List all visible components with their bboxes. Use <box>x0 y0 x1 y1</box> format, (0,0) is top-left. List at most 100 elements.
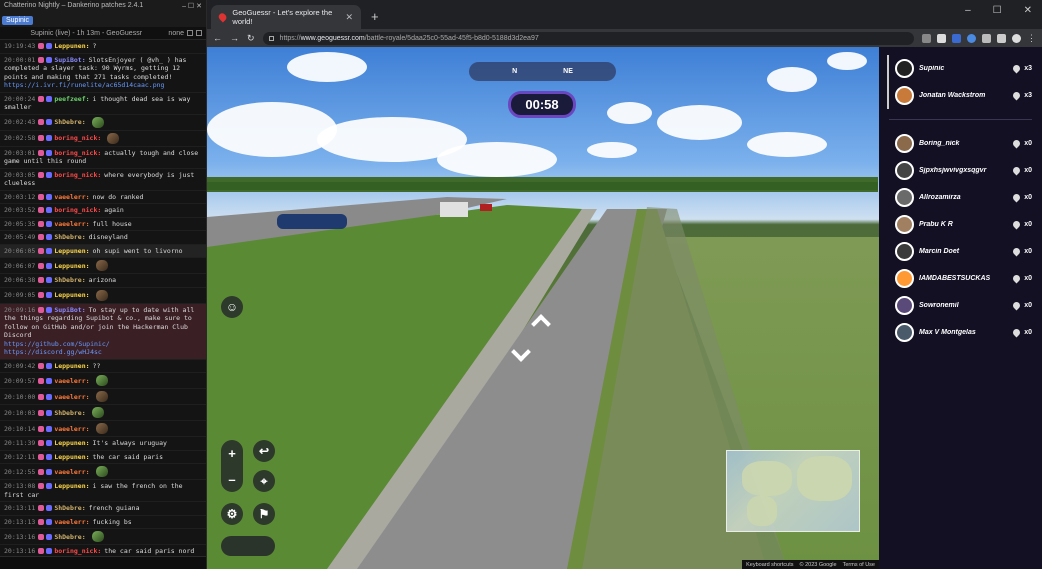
chat-window-controls[interactable]: – ☐ ✕ <box>182 2 202 11</box>
message-username[interactable]: boring_nick: <box>54 134 101 142</box>
chat-message[interactable]: 20:00:01 SupiBot: SlotsEnjoyer ( @vh_ ) ha… <box>0 54 206 93</box>
message-username[interactable]: vaeelerr: <box>54 220 89 228</box>
chat-message[interactable]: 20:13:11 ShDebre: french guiana <box>0 502 206 516</box>
chat-tab-supinic[interactable]: Supinic <box>2 15 33 25</box>
back-button[interactable]: ← <box>213 33 222 43</box>
message-username[interactable]: SupiBot: <box>54 306 85 314</box>
chat-message[interactable]: 20:12:11 Leppunen: the car said paris <box>0 451 206 464</box>
leaderboard-player[interactable]: IAMDABESTSUCKAS x0 <box>879 265 1042 292</box>
message-username[interactable]: Leppunen: <box>54 362 89 370</box>
message-username[interactable]: ShDebre: <box>54 533 85 541</box>
message-username[interactable]: boring_nick: <box>54 206 101 214</box>
chat-message[interactable]: 20:13:13 vaeelerr: fucking bs <box>0 516 206 529</box>
leaderboard-player[interactable]: Prabu K R x0 <box>879 211 1042 238</box>
chat-message[interactable]: 20:03:52 boring_nick: again <box>0 204 206 218</box>
message-username[interactable]: vaeelerr: <box>54 193 89 201</box>
message-username[interactable]: peefzeef: <box>54 95 89 103</box>
zoom-in-button[interactable]: + <box>228 446 236 461</box>
message-username[interactable]: Leppunen: <box>54 247 89 255</box>
leaderboard-player[interactable]: Boring_nick x0 <box>879 130 1042 157</box>
chat-message[interactable]: 20:11:39 Leppunen: It's always uruguay <box>0 437 206 451</box>
message-username[interactable]: SupiBot: <box>54 56 85 64</box>
leaderboard-player[interactable]: Max V Montgelas x0 <box>879 319 1042 346</box>
streetview-panorama[interactable]: N NE 00:58 ☺ + – ↩ ⌖ ⚙ ⚑ Keyboard shortc… <box>207 47 879 569</box>
chat-input[interactable] <box>0 556 206 569</box>
chat-message[interactable]: 20:10:14 vaeelerr: <box>0 421 206 437</box>
close-tab-icon[interactable]: ✕ <box>345 12 353 23</box>
message-username[interactable]: ShDebre: <box>54 233 85 241</box>
maximize-button[interactable]: ☐ <box>993 5 1002 16</box>
zoom-out-button[interactable]: – <box>228 472 235 487</box>
message-username[interactable]: Leppunen: <box>54 439 89 447</box>
message-list[interactable]: 19:19:43 Leppunen:? 20:00:01 SupiBot: SlotsE… <box>0 40 206 556</box>
message-username[interactable]: ShDebre: <box>54 118 85 126</box>
message-username[interactable]: vaeelerr: <box>54 393 89 401</box>
close-window-button[interactable]: ✕ <box>1024 5 1032 16</box>
extension-icon[interactable] <box>967 33 976 43</box>
chat-message[interactable]: 20:09:42 Leppunen:?? <box>0 360 206 373</box>
sidebar-icon[interactable] <box>997 33 1006 43</box>
leaderboard-player[interactable]: Allrozamirza x0 <box>879 184 1042 211</box>
message-username[interactable]: ShDebre: <box>54 409 85 417</box>
settings-icon[interactable] <box>196 30 202 36</box>
chat-message[interactable]: 20:05:49 ShDebre: disneyland <box>0 231 206 245</box>
extension-icon[interactable] <box>952 33 961 43</box>
chat-message[interactable]: 20:03:12 vaeelerr: now do ranked <box>0 191 206 204</box>
guess-minimap[interactable] <box>726 450 860 532</box>
chat-message[interactable]: 20:09:16 SupiBot: To stay up to date with … <box>0 303 206 360</box>
chat-message[interactable]: 20:10:03 ShDebre: <box>0 405 206 421</box>
leaderboard-player[interactable]: Sjpxhsjwvivgxsqgvr x0 <box>879 157 1042 184</box>
new-tab-button[interactable]: + <box>371 9 379 24</box>
spectator-chip[interactable] <box>221 536 275 556</box>
edit-icon[interactable] <box>187 30 193 36</box>
chat-message[interactable]: 20:06:07 Leppunen: <box>0 258 206 274</box>
puzzle-icon[interactable] <box>982 33 991 43</box>
chat-message[interactable]: 20:03:01 boring_nick: actually tough and c… <box>0 147 206 169</box>
message-username[interactable]: ShDebre: <box>54 276 85 284</box>
chat-message[interactable]: 20:05:35 vaeelerr: full house <box>0 218 206 231</box>
message-username[interactable]: boring_nick: <box>54 171 101 179</box>
leaderboard-player[interactable]: Sowronemil x0 <box>879 292 1042 319</box>
message-username[interactable]: boring_nick: <box>54 149 101 157</box>
chat-message[interactable]: 20:10:00 vaeelerr: <box>0 389 206 405</box>
kebab-menu-icon[interactable]: ⋮ <box>1027 33 1036 44</box>
chat-message[interactable]: 19:19:43 Leppunen:? <box>0 40 206 54</box>
chat-message[interactable]: 20:02:58 boring_nick: <box>0 131 206 147</box>
settings-gear-icon[interactable]: ⚙ <box>221 503 243 525</box>
bookmark-star-icon[interactable] <box>937 33 946 43</box>
flag-checkpoint-icon[interactable]: ⚑ <box>253 503 275 525</box>
message-username[interactable]: Leppunen: <box>54 482 89 490</box>
message-username[interactable]: ShDebre: <box>54 504 85 512</box>
leaderboard-player-top[interactable]: Jonatan Wackstrom x3 <box>887 82 1042 109</box>
undo-move-button[interactable]: ↩ <box>253 440 275 462</box>
profile-icon[interactable] <box>1012 33 1021 43</box>
leaderboard-player-top[interactable]: Supinic x3 <box>887 55 1042 82</box>
chat-message[interactable]: 20:03:05 boring_nick: where everybody is j… <box>0 169 206 191</box>
keyboard-shortcuts-link[interactable]: Keyboard shortcuts <box>746 562 793 568</box>
message-username[interactable]: boring_nick: <box>54 547 101 555</box>
url-field[interactable]: https:// www.geoguessr.com /battle-royal… <box>262 31 914 45</box>
chat-message[interactable]: 20:02:43 ShDebre: <box>0 115 206 131</box>
message-username[interactable]: vaeelerr: <box>54 425 89 433</box>
tab-geoguessr[interactable]: GeoGuessr - Let's explore the world! ✕ <box>211 5 361 29</box>
chat-message[interactable]: 20:00:24 peefzeef: i thought dead sea is w… <box>0 93 206 115</box>
chat-message[interactable]: 20:12:55 vaeelerr: <box>0 464 206 480</box>
chat-message[interactable]: 20:06:38 ShDebre: arizona <box>0 274 206 288</box>
minimize-button[interactable]: – <box>965 5 971 16</box>
emote-button[interactable]: ☺ <box>221 296 243 318</box>
chat-message[interactable]: 20:09:57 vaeelerr: <box>0 373 206 389</box>
reload-button[interactable]: ↻ <box>247 33 255 44</box>
chat-message[interactable]: 20:09:05 Leppunen: <box>0 288 206 304</box>
forward-button[interactable]: → <box>230 33 239 43</box>
message-link[interactable]: https://i.ivr.fi/runelite/ac65d14caac.pn… <box>4 81 164 89</box>
chat-message[interactable]: 20:13:16 boring_nick: the car said paris n… <box>0 545 206 556</box>
message-username[interactable]: vaeelerr: <box>54 468 89 476</box>
message-link[interactable]: https://github.com/Supinic/ https://disc… <box>4 340 110 357</box>
message-username[interactable]: Leppunen: <box>54 291 89 299</box>
terms-link[interactable]: Terms of Use <box>843 562 875 568</box>
message-username[interactable]: vaeelerr: <box>54 377 89 385</box>
channel-mode[interactable]: none <box>168 30 184 37</box>
share-icon[interactable] <box>922 33 931 43</box>
message-username[interactable]: Leppunen: <box>54 42 89 50</box>
chat-message[interactable]: 20:06:05 Leppunen: oh supi went to livorno <box>0 244 206 258</box>
